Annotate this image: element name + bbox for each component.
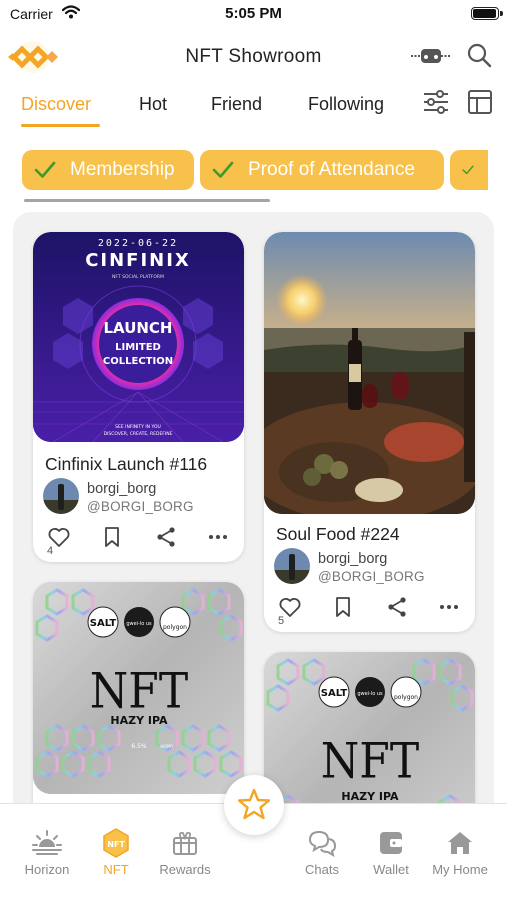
gift-icon bbox=[173, 831, 197, 855]
feed-tabs: Discover Hot Friend Following bbox=[0, 84, 507, 132]
more-options-icon[interactable] bbox=[437, 595, 461, 619]
poster-brand: CINFINIX bbox=[85, 250, 191, 271]
layout-grid-icon[interactable] bbox=[467, 89, 493, 115]
status-time: 5:05 PM bbox=[225, 5, 282, 22]
share-icon[interactable] bbox=[154, 525, 178, 549]
label-nft: NFT bbox=[321, 732, 420, 789]
nft-card[interactable]: 2022-06-22 CINFINIX NFT SOCIAL PLATFORM … bbox=[33, 232, 244, 562]
chip-membership[interactable]: Membership bbox=[22, 150, 194, 190]
check-icon bbox=[212, 161, 234, 178]
nft-feed: 2022-06-22 CINFINIX NFT SOCIAL PLATFORM … bbox=[13, 212, 494, 832]
nav-label: Wallet bbox=[373, 862, 409, 877]
poster-date: 2022-06-22 bbox=[98, 238, 178, 249]
bookmark-icon[interactable] bbox=[100, 525, 124, 549]
nft-hexagon-icon: NFT bbox=[103, 828, 129, 858]
cinfinix-poster: 2022-06-22 CINFINIX NFT SOCIAL PLATFORM … bbox=[33, 232, 244, 442]
label-style: HAZY IPA bbox=[341, 790, 399, 803]
bookmark-icon[interactable] bbox=[331, 595, 355, 619]
home-icon bbox=[448, 832, 472, 854]
nav-label: Chats bbox=[305, 862, 339, 877]
poster-footer1: SEE INFINITY IN YOU bbox=[115, 424, 161, 430]
poster-line1: LAUNCH bbox=[103, 319, 172, 337]
poster-line3: COLLECTION bbox=[103, 356, 173, 367]
owner-name[interactable]: borgi_borg bbox=[318, 551, 387, 567]
chat-bubbles-icon bbox=[308, 830, 337, 858]
sunrise-icon bbox=[32, 830, 62, 855]
tab-following[interactable]: Following bbox=[308, 94, 384, 115]
nav-wallet[interactable]: Wallet bbox=[356, 828, 426, 877]
nft-artwork-soul-food[interactable] bbox=[264, 232, 475, 514]
label-style: HAZY IPA bbox=[110, 714, 168, 727]
chips-scroll-indicator[interactable] bbox=[24, 199, 270, 202]
chip-label: Proof of Attendance bbox=[248, 159, 415, 180]
nav-chats[interactable]: Chats bbox=[287, 828, 357, 877]
owner-avatar[interactable] bbox=[274, 548, 310, 584]
wallet-icon bbox=[380, 832, 402, 854]
tab-hot[interactable]: Hot bbox=[139, 94, 167, 115]
nft-artwork-cinfinix[interactable]: 2022-06-22 CINFINIX NFT SOCIAL PLATFORM … bbox=[33, 232, 244, 442]
badge-salt: SALT bbox=[321, 688, 348, 699]
chip-label: Membership bbox=[70, 159, 175, 180]
battery-icon bbox=[471, 7, 499, 20]
label-nft: NFT bbox=[90, 662, 189, 719]
like-count: 4 bbox=[47, 545, 54, 557]
owner-name[interactable]: borgi_borg bbox=[87, 481, 156, 497]
more-options-icon[interactable] bbox=[206, 525, 230, 549]
sunset-dinner-photo bbox=[264, 232, 475, 514]
poster-line2: LIMITED bbox=[115, 342, 161, 353]
check-icon bbox=[462, 165, 474, 175]
badge-salt: SALT bbox=[90, 618, 117, 629]
nav-rewards[interactable]: Rewards bbox=[150, 828, 220, 877]
owner-handle: @BORGI_BORG bbox=[87, 499, 194, 514]
star-icon bbox=[238, 788, 270, 820]
share-icon[interactable] bbox=[385, 595, 409, 619]
battery-cap bbox=[500, 11, 503, 16]
vr-headset-icon[interactable] bbox=[411, 44, 451, 68]
hazy-ipa-label: SALT gwei-lo us polygon NFT HAZY IPA 6.5… bbox=[33, 582, 244, 794]
nav-horizon[interactable]: Horizon bbox=[12, 828, 82, 877]
nav-label: Horizon bbox=[24, 862, 70, 877]
like-count: 5 bbox=[278, 615, 285, 627]
nft-card[interactable]: Soul Food #224 borgi_borg @BORGI_BORG 5 bbox=[264, 232, 475, 632]
favorites-fab-button[interactable] bbox=[224, 775, 284, 835]
check-icon bbox=[34, 161, 56, 178]
nav-nft[interactable]: NFT NFT bbox=[81, 828, 151, 877]
tab-discover[interactable]: Discover bbox=[21, 94, 91, 115]
badge-gweilous: gwei-lo us bbox=[357, 691, 383, 697]
app-header: NFT Showroom bbox=[0, 32, 507, 82]
chip-next-partial[interactable] bbox=[450, 150, 488, 190]
chip-proof-of-attendance[interactable]: Proof of Attendance bbox=[200, 150, 444, 190]
label-abv: 6.5% bbox=[131, 743, 147, 750]
nav-label: NFT bbox=[103, 862, 129, 877]
category-chips: Membership Proof of Attendance bbox=[0, 150, 507, 196]
poster-footer2: DISCOVER, CREATE, REDEFINE bbox=[104, 431, 173, 437]
badge-polygon: polygon bbox=[163, 624, 187, 631]
search-icon[interactable] bbox=[466, 42, 492, 68]
nft-title[interactable]: Cinfinix Launch #116 bbox=[45, 454, 207, 475]
status-bar: Carrier 5:05 PM bbox=[0, 0, 507, 30]
active-tab-indicator bbox=[21, 124, 100, 127]
owner-avatar[interactable] bbox=[43, 478, 79, 514]
label-hoppy: HOPPY bbox=[160, 744, 174, 749]
tab-friend[interactable]: Friend bbox=[211, 94, 262, 115]
filter-sliders-icon[interactable] bbox=[422, 88, 450, 116]
nft-title[interactable]: Soul Food #224 bbox=[276, 524, 400, 545]
nav-label: Rewards bbox=[159, 862, 211, 877]
nav-my-home[interactable]: My Home bbox=[425, 828, 495, 877]
nav-label: My Home bbox=[432, 862, 488, 877]
badge-gweilous: gwei-lo us bbox=[126, 621, 152, 627]
nft-card[interactable]: SALT gwei-lo us polygon NFT HAZY IPA 6.5… bbox=[33, 582, 244, 832]
nft-artwork-hazy-ipa[interactable]: SALT gwei-lo us polygon NFT HAZY IPA 6.5… bbox=[33, 582, 244, 794]
svg-text:NFT: NFT bbox=[107, 840, 125, 849]
badge-polygon: polygon bbox=[394, 694, 418, 701]
poster-tagline: NFT SOCIAL PLATFORM bbox=[112, 274, 164, 280]
owner-handle: @BORGI_BORG bbox=[318, 569, 425, 584]
